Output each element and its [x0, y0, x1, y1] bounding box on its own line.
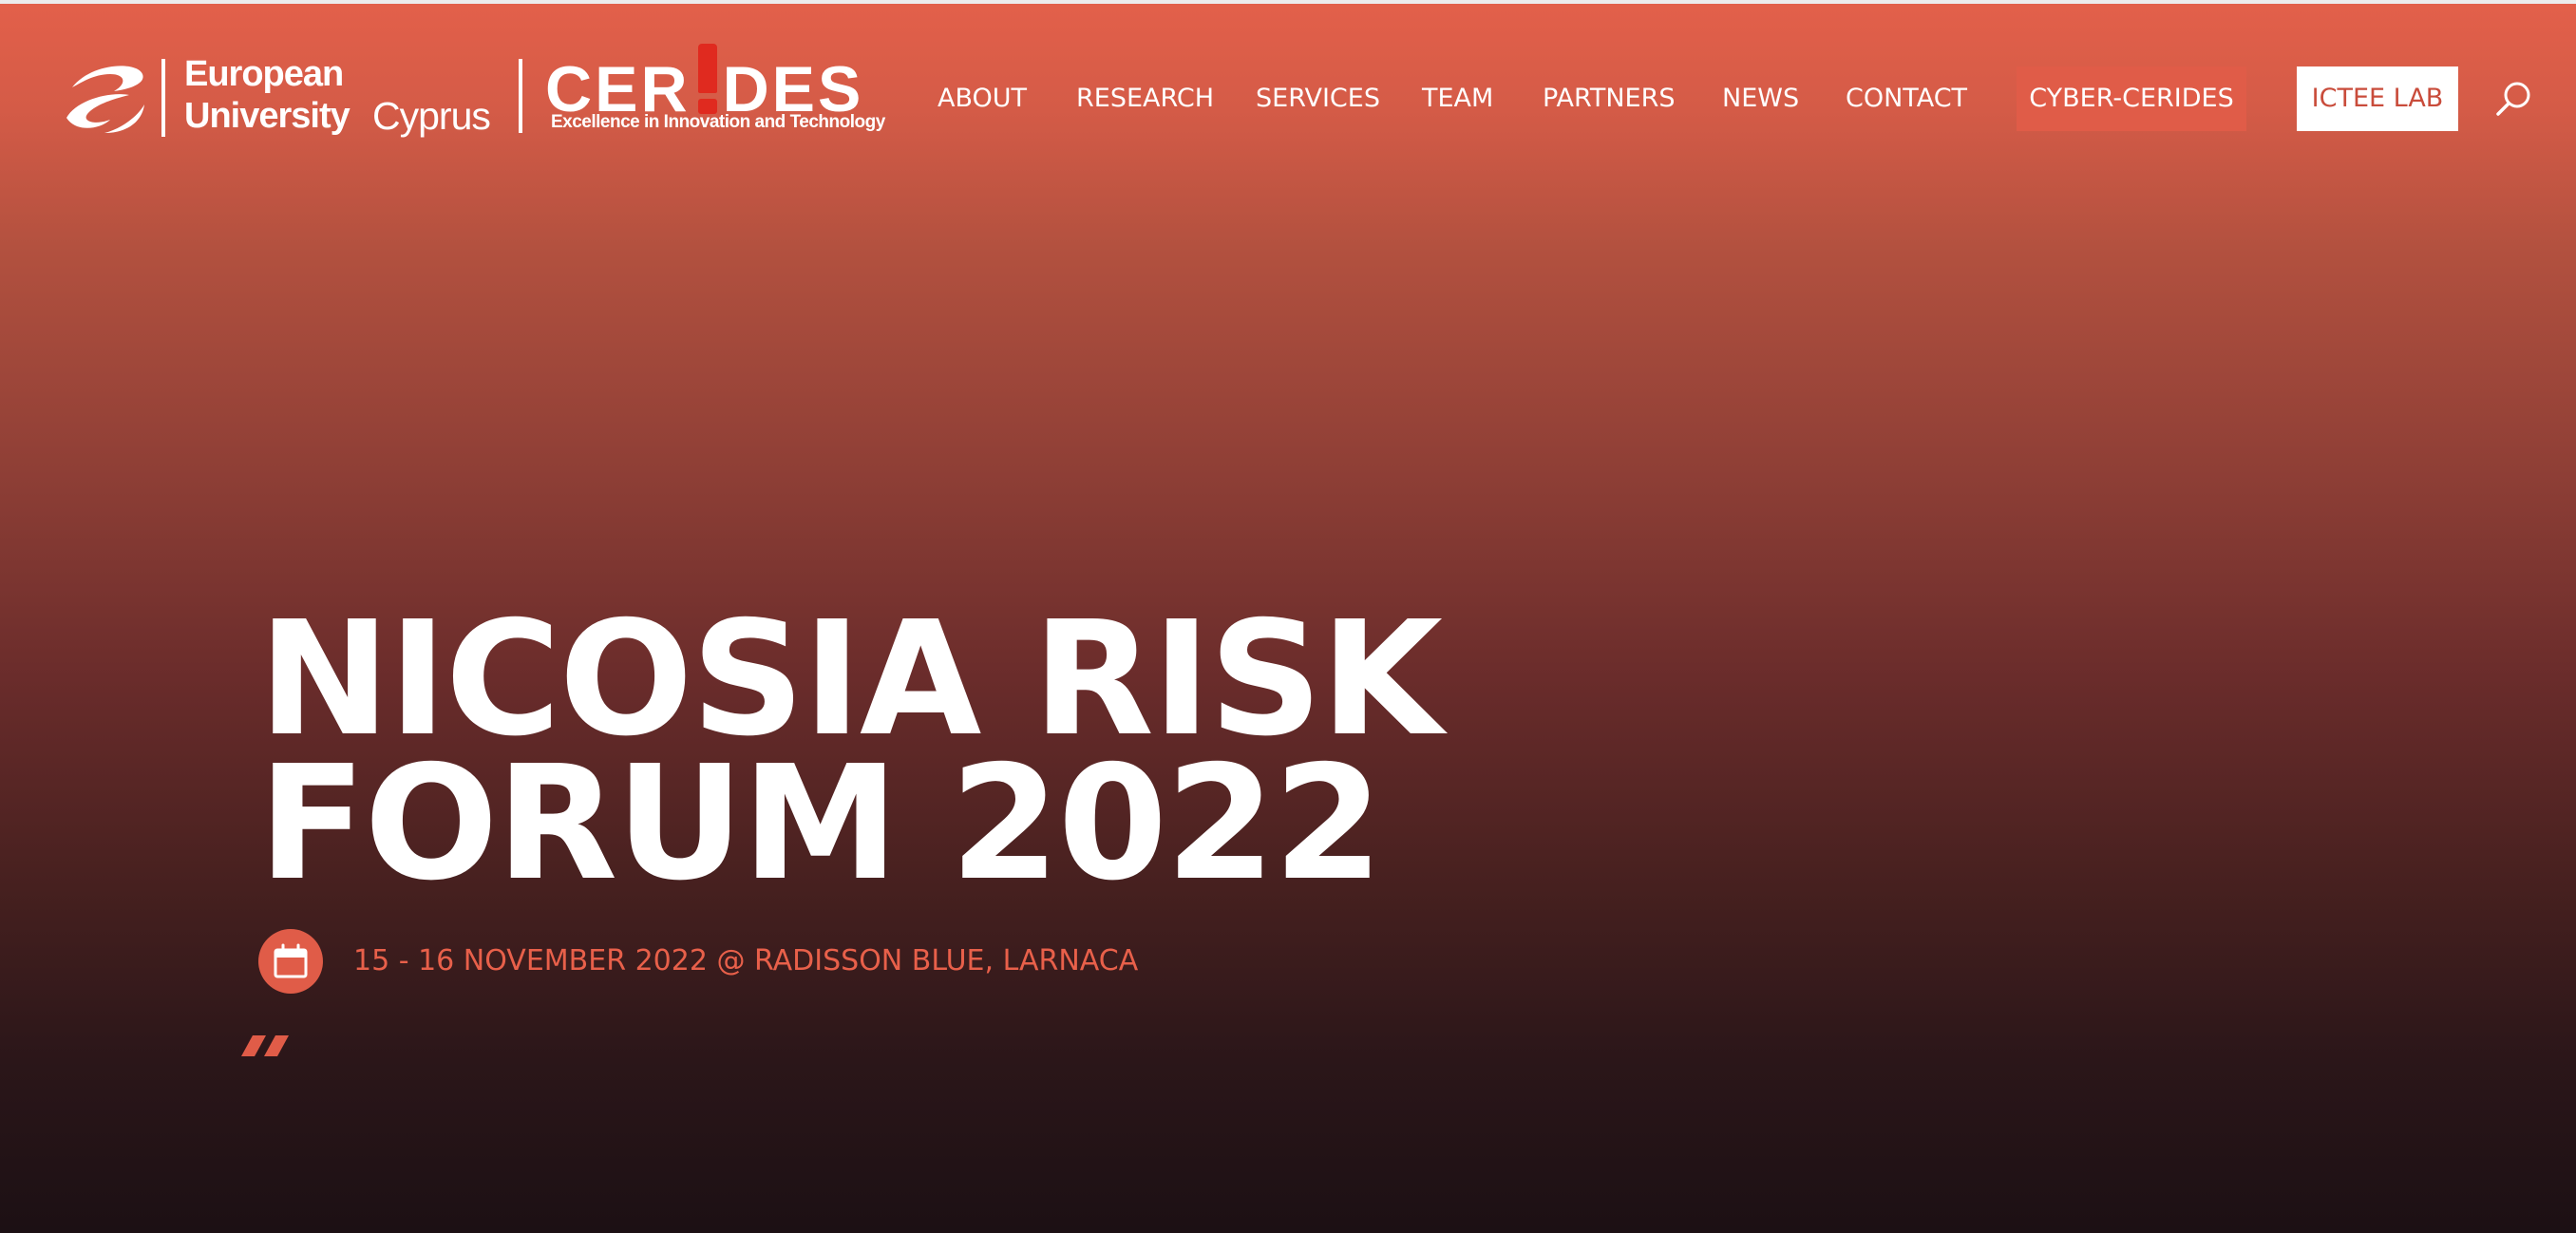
- calendar-icon: [274, 943, 308, 978]
- nav-partners[interactable]: PARTNERS: [1543, 65, 1675, 133]
- eu-logo-line3: Cyprus: [372, 94, 491, 138]
- nav-services[interactable]: SERVICES: [1256, 65, 1380, 133]
- european-university-cyprus-logo[interactable]: European University Cyprus: [63, 53, 507, 148]
- calendar-badge: [258, 929, 323, 994]
- cerides-tagline: Excellence in Innovation and Technology: [551, 112, 885, 132]
- cerides-logo[interactable]: CER DES Excellence in Innovation and Tech…: [545, 34, 885, 139]
- quote-icon: [241, 1035, 289, 1056]
- nav-research[interactable]: RESEARCH: [1076, 65, 1214, 133]
- nav-contact[interactable]: CONTACT: [1846, 65, 1967, 133]
- cerides-exclamation-icon: [691, 44, 723, 114]
- event-date-location: 15 - 16 NOVEMBER 2022 @ RADISSON BLUE, L…: [353, 944, 1139, 977]
- hero-title-line2: FORUM 2022: [258, 732, 1383, 916]
- site-header: European University Cyprus CER DES Excell…: [0, 0, 2576, 199]
- hero-title-line1: NICOSIA RISK: [258, 588, 1443, 771]
- eu-swirl-logo-icon: [66, 66, 144, 133]
- nav-ictee-lab-button[interactable]: ICTEE LAB: [2297, 66, 2458, 131]
- hero-title: NICOSIA RISK FORUM 2022: [258, 588, 1443, 916]
- nav-team[interactable]: TEAM: [1422, 65, 1493, 133]
- search-icon: [2496, 82, 2530, 116]
- eu-logo-divider: [161, 59, 165, 137]
- logo-separator: [519, 59, 522, 133]
- eu-logo-line1: European: [184, 54, 344, 94]
- eu-logo-line2: University: [184, 96, 350, 136]
- nav-about[interactable]: ABOUT: [938, 65, 1027, 133]
- nav-news[interactable]: NEWS: [1722, 65, 1799, 133]
- search-button[interactable]: [2492, 76, 2538, 122]
- nav-cyber-cerides-button[interactable]: CYBER-CERIDES: [2017, 66, 2246, 131]
